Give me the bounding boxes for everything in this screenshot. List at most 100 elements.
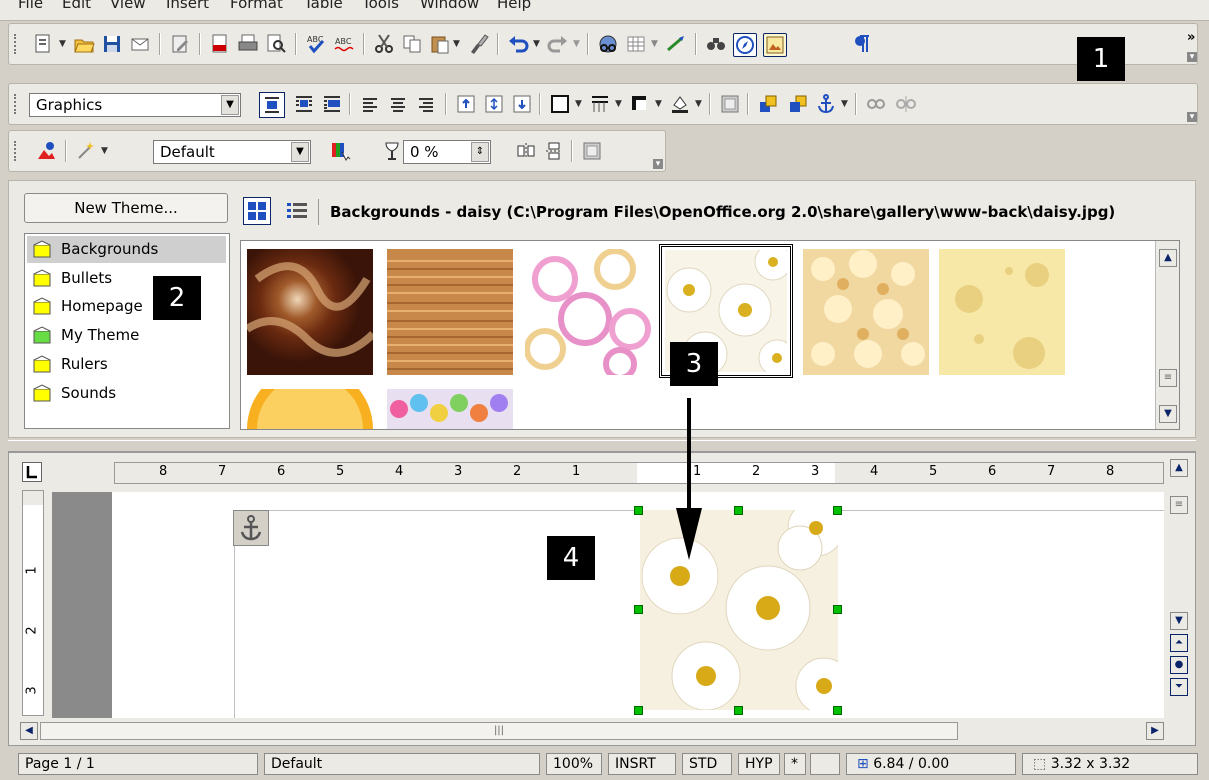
dropdown-arrow-icon[interactable]: ▼ <box>573 39 580 49</box>
scroll-left-icon[interactable]: ◀ <box>20 722 38 740</box>
graphics-filter-icon[interactable] <box>35 140 57 162</box>
vertical-ruler[interactable]: 1 2 3 <box>22 490 44 716</box>
status-hyperlink-mode[interactable]: HYP <box>738 753 780 775</box>
status-page-style[interactable]: Default <box>264 753 540 775</box>
center-vertical-icon[interactable] <box>483 93 505 115</box>
send-to-back-icon[interactable] <box>787 93 809 115</box>
scroll-up-icon[interactable]: ▲ <box>1170 459 1188 477</box>
align-bottom-icon[interactable] <box>511 93 533 115</box>
anchor-icon[interactable] <box>815 93 837 115</box>
menu-insert[interactable]: Insert <box>166 0 209 12</box>
transparency-spinbox[interactable]: 0 % ⇕ <box>403 140 491 164</box>
theme-item[interactable]: My Theme <box>27 322 226 349</box>
detailed-view-button[interactable] <box>284 199 310 225</box>
transparency-icon[interactable] <box>381 140 403 162</box>
scroll-up-icon[interactable]: ▲ <box>1159 249 1177 267</box>
email-icon[interactable] <box>129 33 151 55</box>
align-center-icon[interactable] <box>387 93 409 115</box>
menu-help[interactable]: Help <box>497 0 531 12</box>
graphics-mode-combo[interactable]: Default ▼ <box>153 140 311 164</box>
scroll-down-icon[interactable]: ▼ <box>1159 405 1177 423</box>
new-document-icon[interactable] <box>33 33 55 55</box>
previous-page-icon[interactable]: ⏶ <box>1170 634 1188 652</box>
status-signature[interactable] <box>810 753 840 775</box>
page-wrap-icon[interactable] <box>293 93 315 115</box>
cut-icon[interactable] <box>373 33 395 55</box>
background-color-icon[interactable] <box>669 93 691 115</box>
thumbnail-popcorn[interactable] <box>803 249 929 375</box>
picture-properties-icon[interactable] <box>581 140 603 162</box>
icon-view-button[interactable] <box>243 197 271 225</box>
link-frames-icon[interactable] <box>865 93 887 115</box>
find-replace-icon[interactable] <box>705 33 727 55</box>
resize-handle-ne[interactable] <box>833 506 842 515</box>
next-page-icon[interactable]: ⏷ <box>1170 678 1188 696</box>
theme-item[interactable]: Rulers <box>27 351 226 378</box>
menu-window[interactable]: Window <box>420 0 479 12</box>
frame-properties-icon[interactable] <box>719 93 741 115</box>
border-color-icon[interactable] <box>629 93 651 115</box>
flip-vertical-icon[interactable] <box>543 140 565 162</box>
borders-icon[interactable] <box>549 93 571 115</box>
menu-edit[interactable]: Edit <box>62 0 91 12</box>
unlink-frames-icon[interactable] <box>895 93 917 115</box>
menu-view[interactable]: View <box>110 0 146 12</box>
dropdown-arrow-icon[interactable]: ▼ <box>655 99 662 109</box>
resize-handle-nw[interactable] <box>634 506 643 515</box>
scroll-thumb[interactable]: ||| <box>40 722 958 740</box>
edit-file-icon[interactable] <box>169 33 191 55</box>
theme-item[interactable]: Backgrounds <box>27 236 226 263</box>
more-buttons-icon[interactable]: » <box>1187 30 1195 45</box>
bring-to-front-icon[interactable] <box>757 93 779 115</box>
align-left-icon[interactable] <box>359 93 381 115</box>
menu-format[interactable]: Format <box>230 0 283 12</box>
status-selection-mode[interactable]: STD <box>682 753 732 775</box>
magic-wand-icon[interactable] <box>75 140 97 162</box>
toolbar-grip[interactable] <box>14 94 19 114</box>
status-zoom[interactable]: 100% <box>546 753 602 775</box>
thumbnail-confetti[interactable] <box>387 389 513 429</box>
gallery-scrollbar[interactable]: ▲ ≡ ▼ <box>1155 241 1179 429</box>
hyperlink-icon[interactable] <box>597 33 619 55</box>
open-folder-icon[interactable] <box>73 33 95 55</box>
toolbar-grip[interactable] <box>14 34 19 54</box>
anchor-marker[interactable] <box>233 510 269 546</box>
show-draw-functions-icon[interactable] <box>665 33 687 55</box>
status-insert-mode[interactable]: INSRT <box>608 753 676 775</box>
export-pdf-icon[interactable] <box>209 33 231 55</box>
horizontal-ruler[interactable]: 8765432112345678 <box>114 462 1164 484</box>
menu-file[interactable]: File <box>18 0 43 12</box>
resize-handle-sw[interactable] <box>634 706 643 715</box>
gallery-splitter[interactable] <box>8 440 1196 452</box>
scroll-right-icon[interactable]: ▶ <box>1146 722 1164 740</box>
toolbar-overflow-icon[interactable]: ▾ <box>653 159 663 169</box>
print-icon[interactable] <box>237 33 259 55</box>
resize-handle-w[interactable] <box>634 605 643 614</box>
new-theme-button[interactable]: New Theme... <box>24 193 228 223</box>
thumbnail-chocolate[interactable] <box>244 249 376 375</box>
paste-icon[interactable] <box>429 33 451 55</box>
apply-style-combo[interactable]: Graphics ▼ <box>29 93 241 117</box>
thumbnail-wood[interactable] <box>387 249 513 375</box>
menu-table[interactable]: Table <box>304 0 343 12</box>
dropdown-arrow-icon[interactable]: ▼ <box>651 39 658 49</box>
chevron-down-icon[interactable]: ▼ <box>221 95 239 115</box>
gallery-icon[interactable] <box>763 33 787 57</box>
optimal-wrap-icon[interactable] <box>321 93 343 115</box>
save-icon[interactable] <box>101 33 123 55</box>
color-icon[interactable] <box>329 140 351 162</box>
navigation-icon[interactable]: ● <box>1170 656 1188 674</box>
wrap-off-icon[interactable] <box>259 92 285 118</box>
thumbnail-cheese[interactable] <box>939 249 1065 375</box>
resize-handle-n[interactable] <box>734 506 743 515</box>
align-right-icon[interactable] <box>415 93 437 115</box>
toolbar-overflow-icon[interactable]: ▾ <box>1187 52 1197 62</box>
dropdown-arrow-icon[interactable]: ▼ <box>575 99 582 109</box>
thumbnail-orange[interactable] <box>247 389 373 429</box>
dropdown-arrow-icon[interactable]: ▼ <box>615 99 622 109</box>
scroll-thumb[interactable]: ≡ <box>1159 369 1177 387</box>
resize-handle-s[interactable] <box>734 706 743 715</box>
tab-stop-selector[interactable] <box>22 462 42 482</box>
dropdown-arrow-icon[interactable]: ▼ <box>101 146 108 156</box>
format-paintbrush-icon[interactable] <box>467 33 489 55</box>
